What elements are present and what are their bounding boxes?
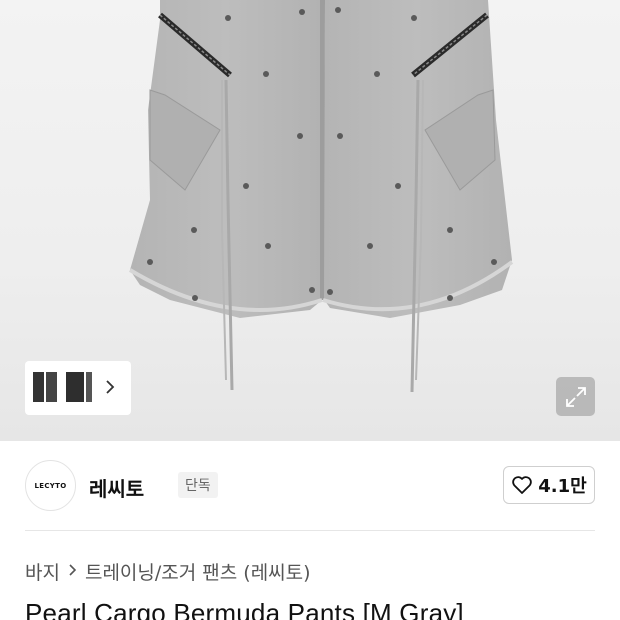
- breadcrumb-subcategory[interactable]: 트레이닝/조거 팬츠 (레씨토): [85, 558, 311, 585]
- thumbnail-next-chevron-right-icon[interactable]: [105, 379, 115, 398]
- divider: [25, 530, 595, 531]
- thumbnail-strip[interactable]: [25, 361, 131, 415]
- exclusive-badge: 단독: [178, 472, 218, 498]
- brand-name[interactable]: 레씨토: [89, 473, 144, 502]
- thumbnail-image[interactable]: [31, 368, 61, 408]
- product-image-area[interactable]: [0, 0, 620, 441]
- heart-icon: [512, 476, 533, 494]
- brand-logo[interactable]: LECYTO: [25, 460, 76, 511]
- product-title: Pearl Cargo Bermuda Pants [M Gray]: [25, 598, 464, 620]
- chevron-right-icon: [68, 562, 77, 581]
- like-button[interactable]: 4.1만: [503, 466, 595, 504]
- thumbnail-image-2[interactable]: [64, 368, 94, 408]
- brand-logo-text: LECYTO: [34, 481, 67, 490]
- zoom-button[interactable]: [556, 377, 595, 416]
- brand-row: LECYTO 레씨토 단독 4.1만: [25, 460, 595, 512]
- like-count: 4.1만: [538, 476, 587, 497]
- breadcrumb-category[interactable]: 바지: [25, 558, 60, 585]
- breadcrumb: 바지 트레이닝/조거 팬츠 (레씨토): [25, 557, 311, 585]
- expand-arrows-icon: [565, 386, 586, 407]
